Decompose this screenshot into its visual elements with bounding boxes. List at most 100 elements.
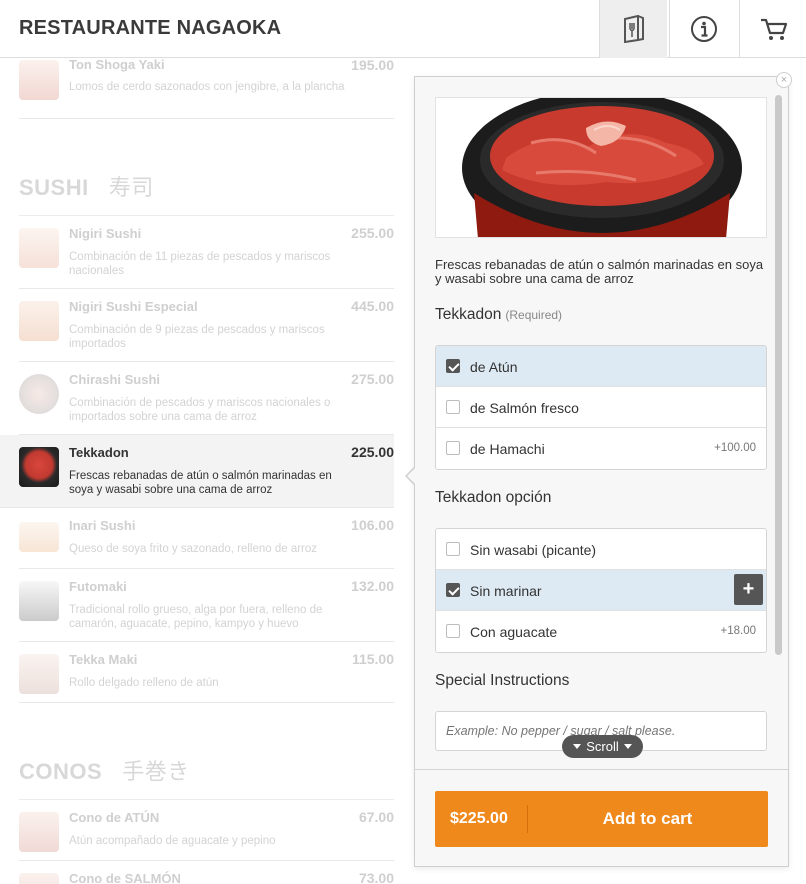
dish-photo bbox=[435, 97, 767, 238]
item-description: Combinación de 9 piezas de pescados y ma… bbox=[69, 324, 325, 350]
item-name: Futomaki bbox=[69, 579, 127, 594]
item-description: Queso de soya frito y sazonado, relleno … bbox=[69, 543, 318, 555]
option-group-title: Tekkadon (Required) bbox=[435, 306, 563, 323]
item-name: Cono de ATÚN bbox=[69, 810, 160, 825]
add-to-cart-button[interactable]: $225.00 Add to cart bbox=[435, 791, 768, 847]
option-group-tekkadon: de Atún de Salmón fresco de Hamachi +100… bbox=[435, 345, 767, 470]
close-icon[interactable]: × bbox=[776, 72, 792, 88]
menu-item[interactable]: Chirashi Sushi 275.00 Combinación de pes… bbox=[19, 362, 394, 435]
option-row[interactable]: Sin marinar + bbox=[436, 570, 766, 611]
chevron-down-icon bbox=[573, 744, 582, 749]
popover-footer: $225.00 Add to cart bbox=[415, 769, 788, 866]
item-price: 445.00 bbox=[351, 298, 394, 314]
special-instructions-title: Special Instructions bbox=[435, 672, 570, 689]
option-label: de Salmón fresco bbox=[470, 400, 579, 416]
item-description: Rollo delgado relleno de atún bbox=[69, 677, 219, 689]
item-description: Frescas rebanadas de atún o salmón marin… bbox=[69, 470, 332, 496]
option-row[interactable]: de Hamachi +100.00 bbox=[436, 428, 766, 469]
option-label: de Atún bbox=[470, 359, 518, 375]
option-row[interactable]: Con aguacate +18.00 bbox=[436, 611, 766, 652]
item-description: Tradicional rollo grueso, alga por fuera… bbox=[69, 604, 323, 630]
item-name: Cono de SALMÓN bbox=[69, 871, 181, 884]
order-total: $225.00 bbox=[450, 810, 508, 827]
menu-item[interactable]: Ton Shoga Yaki 195.00 Lomos de cerdo saz… bbox=[19, 58, 394, 119]
add-quantity-button[interactable]: + bbox=[734, 574, 763, 605]
item-price: 225.00 bbox=[351, 444, 394, 460]
popover-scroll-area[interactable]: Frescas rebanadas de atún o salmón marin… bbox=[415, 77, 788, 769]
popover-arrow-inner bbox=[407, 467, 416, 485]
scroll-label: Scroll bbox=[586, 739, 619, 754]
section-title: SUSHI 寿司 bbox=[19, 175, 154, 201]
menu-item[interactable]: Tekka Maki 115.00 Rollo delgado relleno … bbox=[19, 642, 394, 703]
menu-item[interactable]: Futomaki 132.00 Tradicional rollo grueso… bbox=[19, 569, 394, 642]
item-description: Combinación de pescados y mariscos nacio… bbox=[69, 397, 331, 423]
item-price: 195.00 bbox=[351, 58, 394, 73]
info-icon bbox=[690, 15, 718, 43]
option-label: Con aguacate bbox=[470, 624, 558, 640]
item-thumbnail bbox=[19, 228, 59, 268]
item-description: Atún acompañado de aguacate y pepino bbox=[69, 835, 276, 847]
menu-item[interactable]: Inari Sushi 106.00 Queso de soya frito y… bbox=[19, 508, 394, 569]
item-description: Combinación de 11 piezas de pescados y m… bbox=[69, 251, 331, 277]
cart-button[interactable] bbox=[739, 0, 806, 58]
item-name: Ton Shoga Yaki bbox=[69, 58, 165, 72]
option-row[interactable]: de Salmón fresco bbox=[436, 387, 766, 428]
menu-item[interactable]: Nigiri Sushi 255.00 Combinación de 11 pi… bbox=[19, 216, 394, 289]
item-thumbnail bbox=[19, 812, 59, 852]
scroll-hint-button[interactable]: Scroll bbox=[562, 735, 643, 758]
item-name: Tekkadon bbox=[69, 445, 129, 460]
menu-book-icon bbox=[622, 15, 646, 43]
item-thumbnail bbox=[19, 581, 59, 621]
item-price: 115.00 bbox=[351, 651, 394, 667]
item-price: 255.00 bbox=[351, 225, 394, 241]
section-title: CONOS 手巻き bbox=[19, 759, 190, 785]
menu-item[interactable]: Cono de SALMÓN 73.00 bbox=[19, 861, 394, 884]
item-thumbnail bbox=[19, 374, 59, 414]
item-options-popover: Frescas rebanadas de atún o salmón marin… bbox=[414, 76, 789, 867]
scrollbar[interactable] bbox=[775, 95, 782, 655]
restaurant-title: RESTAURANTE NAGAOKA bbox=[19, 17, 282, 39]
add-to-cart-label: Add to cart bbox=[602, 809, 693, 828]
item-price: 106.00 bbox=[351, 517, 394, 533]
chevron-down-icon bbox=[623, 744, 632, 749]
checkbox[interactable] bbox=[446, 441, 460, 455]
cart-icon bbox=[759, 16, 789, 42]
option-label: de Hamachi bbox=[470, 441, 545, 457]
item-thumbnail bbox=[19, 522, 59, 552]
option-group-title: Tekkadon opción bbox=[435, 489, 552, 506]
option-row[interactable]: Sin wasabi (picante) bbox=[436, 529, 766, 570]
item-thumbnail bbox=[19, 873, 59, 884]
item-thumbnail bbox=[19, 447, 59, 487]
item-thumbnail bbox=[19, 654, 59, 694]
checkbox[interactable] bbox=[446, 359, 460, 373]
item-name: Inari Sushi bbox=[69, 518, 136, 533]
menu-item[interactable]: Cono de ATÚN 67.00 Atún acompañado de ag… bbox=[19, 800, 394, 861]
item-price: 73.00 bbox=[358, 870, 394, 884]
item-name: Tekka Maki bbox=[69, 652, 138, 667]
item-description: Lomos de cerdo sazonados con jengibre, a… bbox=[69, 81, 345, 93]
menu-button[interactable] bbox=[599, 0, 667, 58]
option-row[interactable]: de Atún bbox=[436, 346, 766, 387]
item-name: Nigiri Sushi bbox=[69, 226, 142, 241]
option-group-tekkadon-opcion: Sin wasabi (picante) Sin marinar + Con a… bbox=[435, 528, 767, 653]
checkbox[interactable] bbox=[446, 583, 460, 597]
item-thumbnail bbox=[19, 60, 59, 100]
option-price: +100.00 bbox=[714, 442, 756, 454]
menu-item[interactable]: Nigiri Sushi Especial 445.00 Combinación… bbox=[19, 289, 394, 362]
option-label: Sin wasabi (picante) bbox=[470, 542, 597, 558]
item-thumbnail bbox=[19, 301, 59, 341]
checkbox[interactable] bbox=[446, 400, 460, 414]
menu-item-selected[interactable]: Tekkadon 225.00 Frescas rebanadas de atú… bbox=[0, 435, 394, 508]
option-price: +18.00 bbox=[720, 625, 757, 637]
checkbox[interactable] bbox=[446, 624, 460, 638]
dish-description: Frescas rebanadas de atún o salmón marin… bbox=[435, 257, 764, 286]
info-button[interactable] bbox=[669, 0, 737, 58]
item-price: 275.00 bbox=[351, 371, 394, 387]
item-name: Nigiri Sushi Especial bbox=[69, 299, 198, 314]
item-name: Chirashi Sushi bbox=[69, 372, 161, 387]
checkbox[interactable] bbox=[446, 542, 460, 556]
app-header: RESTAURANTE NAGAOKA bbox=[0, 0, 806, 58]
option-label: Sin marinar bbox=[470, 583, 542, 599]
menu-list: Ton Shoga Yaki 195.00 Lomos de cerdo saz… bbox=[0, 58, 414, 884]
item-price: 132.00 bbox=[351, 578, 394, 594]
